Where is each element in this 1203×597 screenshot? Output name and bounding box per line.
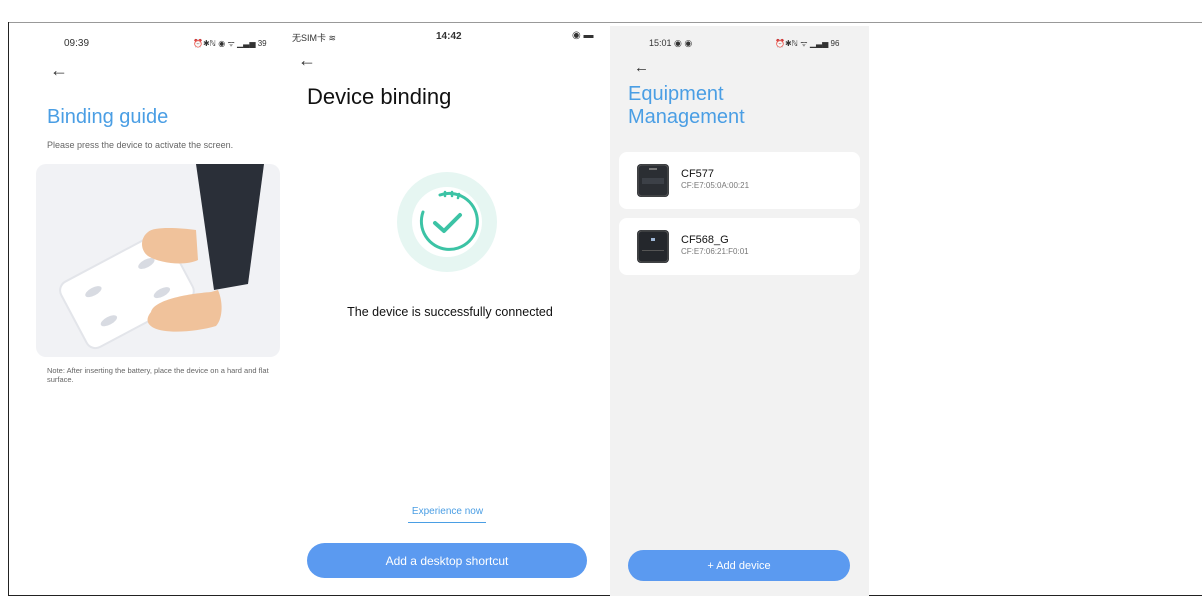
device-name: CF568_G <box>681 234 729 246</box>
title-line-1: Equipment <box>628 83 724 105</box>
p2-status-carrier: 无SIM卡 ≋ <box>292 33 337 43</box>
experience-now-link[interactable]: Experience now <box>400 506 495 517</box>
page-title: Equipment Management <box>628 83 745 129</box>
back-arrow-icon[interactable]: ← <box>634 59 649 77</box>
page-title: Device binding <box>307 84 452 109</box>
add-device-button[interactable]: + Add device <box>628 550 850 581</box>
battery-note: Note: After inserting the battery, place… <box>47 366 269 384</box>
guide-description: Please press the device to activate the … <box>47 140 234 150</box>
device-card[interactable]: CF577 CF:E7:05:0A:00:21 <box>619 152 860 209</box>
scale-illustration <box>36 164 280 357</box>
p1-status-icons: ⏰✱ℕ ◉ ᯤ ▁▃▅ 39 <box>193 39 267 48</box>
device-card[interactable]: CF568_G CF:E7:06:21:F0:01 <box>619 218 860 275</box>
device-mac: CF:E7:06:21:F0:01 <box>681 247 749 256</box>
back-arrow-icon[interactable]: ← <box>298 51 316 69</box>
p1-status-time: 09:39 <box>64 38 90 49</box>
success-check-icon <box>397 172 497 272</box>
p2-status-time: 14:42 <box>436 31 462 42</box>
scale-device-icon <box>637 164 669 197</box>
device-name: CF577 <box>681 168 715 180</box>
title-line-2: Management <box>628 106 745 128</box>
back-arrow-icon[interactable]: ← <box>50 61 68 79</box>
scale-device-icon <box>637 230 669 263</box>
link-underline <box>408 522 486 523</box>
connection-success-message: The device is successfully connected <box>347 305 553 319</box>
add-desktop-shortcut-button[interactable]: Add a desktop shortcut <box>307 543 587 578</box>
p3-status-icons: ⏰✱ℕ ᯤ ▁▃▅ 96 <box>775 39 840 48</box>
p2-status-icons: ◉ ▬ <box>572 30 594 41</box>
device-mac: CF:E7:05:0A:00:21 <box>681 181 750 190</box>
foot-on-scale-image <box>59 164 264 350</box>
page-title: Binding guide <box>47 106 169 128</box>
p3-status-time: 15:01 ◉ ◉ <box>649 38 693 48</box>
